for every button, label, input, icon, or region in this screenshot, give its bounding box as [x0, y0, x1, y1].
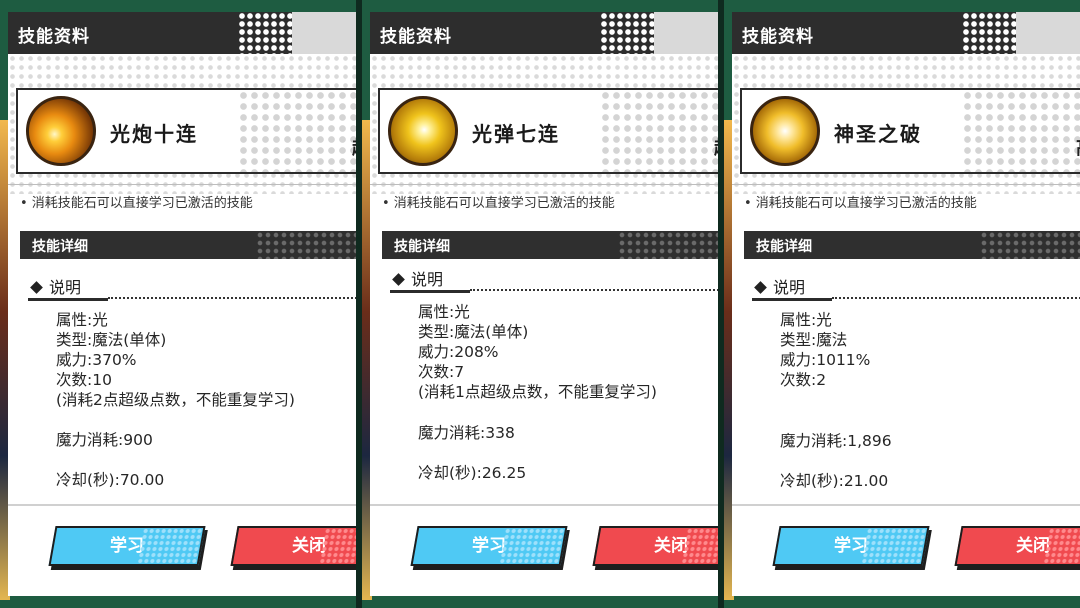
skill-title-box: 光弹七连 超 [378, 88, 718, 174]
card-header: 技能资料 [732, 12, 1080, 54]
skill-info-card: 技能资料 光弹七连 超 • 消耗技能石可以直接学习已激活的技能 技能详细 说明 … [370, 12, 718, 596]
learn-button[interactable]: 学习 [48, 526, 206, 566]
section-dot-pattern [256, 231, 356, 259]
dotted-divider [832, 297, 1080, 299]
description-heading-label: 说明 [49, 278, 82, 297]
mana-cost-line: 魔力消耗:338 [418, 424, 515, 442]
hits-line: 次数:7 [418, 363, 465, 381]
divider [370, 184, 718, 185]
header-title: 技能资料 [742, 27, 814, 47]
title-dot-pattern [238, 90, 356, 172]
skill-title-box: 神圣之破 高 [740, 88, 1080, 174]
card-header: 技能资料 [370, 12, 718, 54]
power-line: 威力:208% [418, 343, 499, 361]
close-button[interactable]: 关闭 [592, 526, 718, 566]
section-title: 技能详细 [32, 239, 88, 255]
diamond-icon [392, 273, 405, 286]
light-cannon-skill-icon [26, 96, 96, 166]
skill-info-panel-1: 技能资料 光炮十连 超 • 消耗技能石可以直接学习已激活的技能 技能详细 说明 … [0, 0, 356, 608]
header-accent [292, 12, 356, 54]
learn-button-label: 学习 [472, 536, 506, 556]
close-button-label: 关闭 [1016, 536, 1050, 556]
holy-break-skill-icon [750, 96, 820, 166]
section-dot-pattern [618, 231, 718, 259]
close-button-label: 关闭 [654, 536, 688, 556]
learn-button-label: 学习 [110, 536, 144, 556]
skill-info-card: 技能资料 神圣之破 高 • 消耗技能石可以直接学习已激活的技能 技能详细 说明 … [732, 12, 1080, 596]
type-line: 类型:魔法(单体) [56, 331, 167, 349]
header-title: 技能资料 [380, 27, 452, 47]
cost-note-line: (消耗2点超级点数，不能重复学习) [56, 391, 295, 409]
skill-stone-note: • 消耗技能石可以直接学习已激活的技能 [382, 196, 615, 211]
cooldown-line: 冷却(秒):70.00 [56, 471, 165, 489]
hits-line: 次数:10 [56, 371, 112, 389]
description-heading: 说明 [28, 274, 108, 301]
section-title: 技能详细 [394, 239, 450, 255]
skill-title-box: 光炮十连 超 [16, 88, 356, 174]
learn-button-label: 学习 [834, 536, 868, 556]
close-button-label: 关闭 [292, 536, 326, 556]
title-dot-pattern [962, 90, 1080, 172]
header-accent [1016, 12, 1080, 54]
skill-stone-note: • 消耗技能石可以直接学习已激活的技能 [744, 196, 977, 211]
skill-name: 光炮十连 [110, 122, 198, 146]
skill-name: 光弹七连 [472, 122, 560, 146]
dotted-divider [108, 297, 356, 299]
power-line: 威力:1011% [780, 351, 871, 369]
power-line: 威力:370% [56, 351, 137, 369]
hits-line: 次数:2 [780, 371, 827, 389]
description-heading: 说明 [752, 274, 832, 301]
skill-info-card: 技能资料 光炮十连 超 • 消耗技能石可以直接学习已激活的技能 技能详细 说明 … [8, 12, 356, 596]
diamond-icon [754, 281, 767, 294]
header-dot-pattern [962, 12, 1016, 54]
cooldown-line: 冷却(秒):26.25 [418, 464, 527, 482]
type-line: 类型:魔法(单体) [418, 323, 529, 341]
dotted-divider [470, 289, 718, 291]
section-header: 技能详细 [744, 231, 1080, 259]
skill-info-panel-2: 技能资料 光弹七连 超 • 消耗技能石可以直接学习已激活的技能 技能详细 说明 … [362, 0, 718, 608]
title-dot-pattern [600, 90, 718, 172]
mana-cost-line: 魔力消耗:900 [56, 431, 153, 449]
type-line: 类型:魔法 [780, 331, 848, 349]
diamond-icon [30, 281, 43, 294]
header-dot-pattern [600, 12, 654, 54]
light-bullet-skill-icon [388, 96, 458, 166]
attribute-line: 属性:光 [418, 303, 470, 321]
side-label: 高 [1076, 134, 1080, 160]
description-heading-label: 说明 [773, 278, 806, 297]
close-button[interactable]: 关闭 [954, 526, 1080, 566]
cost-note-line: (消耗1点超级点数，不能重复学习) [418, 383, 657, 401]
description-heading-label: 说明 [411, 270, 444, 289]
skill-stone-note: • 消耗技能石可以直接学习已激活的技能 [20, 196, 253, 211]
section-header: 技能详细 [382, 231, 718, 259]
divider [732, 184, 1080, 185]
section-dot-pattern [980, 231, 1080, 259]
section-header: 技能详细 [20, 231, 356, 259]
skill-info-panel-3: 技能资料 神圣之破 高 • 消耗技能石可以直接学习已激活的技能 技能详细 说明 … [724, 0, 1080, 608]
footer-divider [8, 504, 356, 506]
mana-cost-line: 魔力消耗:1,896 [780, 432, 892, 450]
card-header: 技能资料 [8, 12, 356, 54]
header-accent [654, 12, 718, 54]
close-button[interactable]: 关闭 [230, 526, 356, 566]
description-heading: 说明 [390, 266, 470, 293]
footer-divider [732, 504, 1080, 506]
learn-button[interactable]: 学习 [772, 526, 930, 566]
section-title: 技能详细 [756, 239, 812, 255]
attribute-line: 属性:光 [780, 311, 832, 329]
learn-button[interactable]: 学习 [410, 526, 568, 566]
footer-divider [370, 504, 718, 506]
cooldown-line: 冷却(秒):21.00 [780, 472, 889, 490]
attribute-line: 属性:光 [56, 311, 108, 329]
header-dot-pattern [238, 12, 292, 54]
skill-name: 神圣之破 [834, 122, 922, 146]
divider [8, 184, 356, 185]
header-title: 技能资料 [18, 27, 90, 47]
